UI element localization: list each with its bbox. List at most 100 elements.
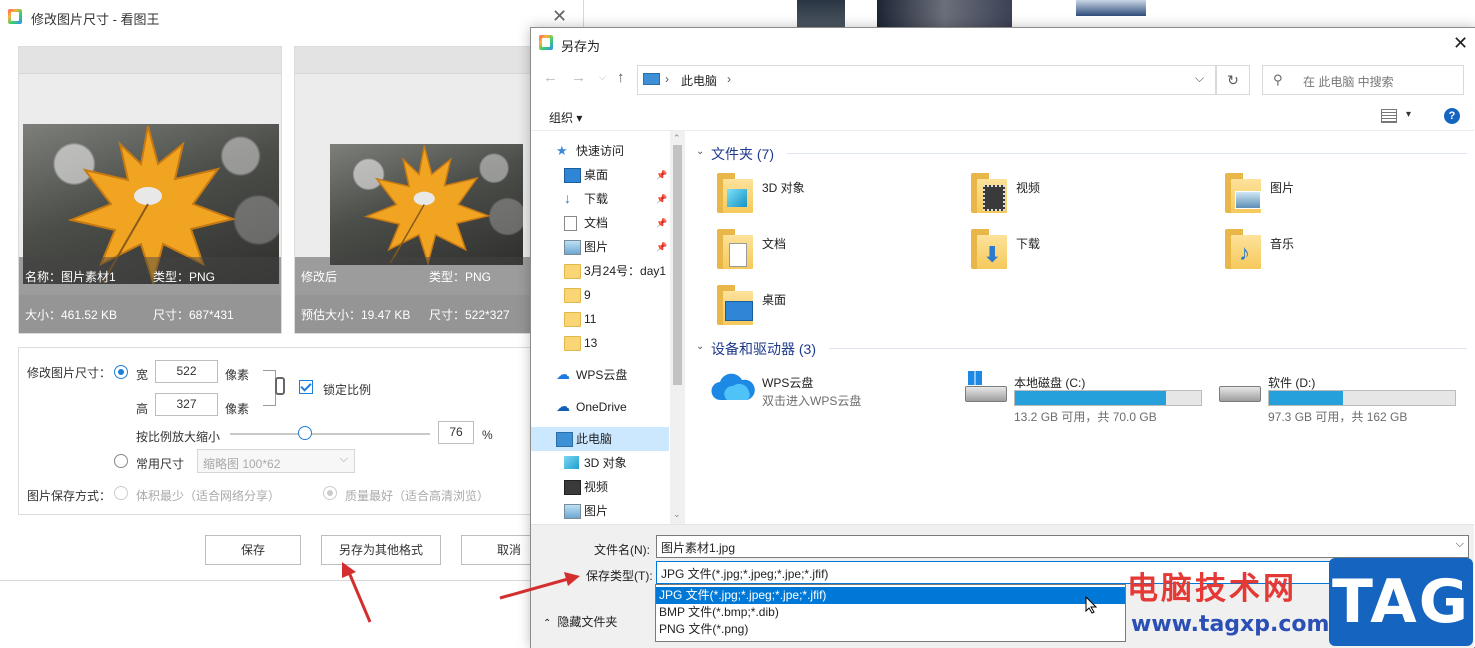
folder-item[interactable]: 文档: [717, 227, 937, 273]
nav-item[interactable]: ☁ OneDrive: [531, 395, 669, 419]
back-arrow-icon[interactable]: ←: [543, 69, 558, 86]
folder-item[interactable]: ♪ 音乐: [1225, 227, 1445, 273]
filename-dropdown-icon[interactable]: ⌵: [1456, 538, 1464, 551]
nav-item[interactable]: 13: [531, 331, 669, 355]
scroll-down-icon[interactable]: ⌄: [673, 509, 681, 520]
folder-item[interactable]: 桌面: [717, 283, 937, 329]
nav-item[interactable]: 图片: [531, 499, 669, 523]
chain-link-icon[interactable]: [275, 377, 285, 395]
folder-label: 下载: [1016, 237, 1041, 251]
view-options-icon[interactable]: [1381, 109, 1397, 123]
organize-button[interactable]: 组织 ▾: [549, 109, 582, 126]
nav-item-label: 图片: [584, 240, 609, 254]
navigation-pane[interactable]: ★ 快速访问 桌面 📌 ↓ 下载 📌 文档 📌 图片 📌 3月24号：day1 9 11 13 ☁ WPS云盘 ☁…: [531, 131, 686, 524]
folder-item[interactable]: 3D 对象: [717, 171, 937, 217]
width-input[interactable]: 522: [155, 360, 218, 383]
folder-item[interactable]: 视频: [971, 171, 1191, 217]
scale-slider-thumb[interactable]: [298, 426, 312, 440]
desktop-icon: [564, 168, 581, 183]
folder-item[interactable]: ⬇ 下载: [971, 227, 1191, 273]
collapse-chevron-icon[interactable]: ⌄: [696, 341, 704, 352]
close-icon[interactable]: ✕: [552, 7, 567, 25]
folder-label: 文档: [762, 237, 787, 251]
nav-item[interactable]: 文档 📌: [531, 211, 669, 235]
onedrive-icon: ☁: [556, 398, 570, 414]
nav-item[interactable]: 11: [531, 307, 669, 331]
nav-item[interactable]: 桌面 📌: [531, 163, 669, 187]
nav-item[interactable]: ↓ 下载 📌: [531, 187, 669, 211]
nav-scrollbar[interactable]: ⌃ ⌄: [670, 131, 685, 524]
scale-slider-track[interactable]: [230, 433, 430, 435]
height-input[interactable]: 327: [155, 393, 218, 416]
scroll-up-icon[interactable]: ⌃: [673, 133, 681, 144]
resized-label: 修改后: [301, 270, 338, 284]
device-label: 软件 (D:): [1268, 376, 1316, 390]
tag-logo: TAG: [1329, 558, 1473, 646]
common-size-select[interactable]: 缩略图 100*62 ⌵: [197, 449, 355, 473]
filetype-option[interactable]: JPG 文件(*.jpg;*.jpeg;*.jpe;*.jfif): [656, 587, 1125, 604]
collapse-chevron-icon[interactable]: ⌄: [696, 146, 704, 157]
folder-icon: [717, 285, 753, 325]
device-label: WPS云盘: [762, 376, 814, 390]
device-item[interactable]: 软件 (D:) 97.3 GB 可用，共 162 GB: [1217, 368, 1467, 424]
help-icon[interactable]: ?: [1444, 108, 1460, 124]
filetype-option[interactable]: BMP 文件(*.bmp;*.dib): [656, 604, 1125, 621]
scale-input[interactable]: 76: [438, 421, 474, 444]
save-button[interactable]: 保存: [205, 535, 301, 565]
film-badge-icon: [983, 185, 1005, 211]
nav-item-label: 13: [584, 336, 598, 350]
percent-unit: %: [482, 428, 493, 442]
common-size-label: 常用尺寸: [136, 457, 185, 471]
close-icon[interactable]: ✕: [1453, 34, 1468, 52]
nav-item[interactable]: ★ 快速访问: [531, 139, 669, 163]
image-size: 大小：461.52 KB: [25, 308, 118, 322]
folder-item[interactable]: 图片: [1225, 171, 1445, 217]
search-input[interactable]: ⚲ 在 此电脑 中搜索: [1262, 65, 1464, 95]
folders-section-title[interactable]: 文件夹 (7): [711, 144, 774, 164]
app-icon: [539, 35, 553, 50]
device-item[interactable]: 本地磁盘 (C:) 13.2 GB 可用，共 70.0 GB: [963, 368, 1213, 424]
address-bar[interactable]: › 此电脑 › ⌵: [637, 65, 1216, 95]
mode-quality-radio[interactable]: [323, 486, 337, 500]
address-dropdown-icon[interactable]: ⌵: [1195, 71, 1204, 86]
filetype-option[interactable]: PNG 文件(*.png): [656, 621, 1125, 638]
custom-size-radio[interactable]: [114, 365, 128, 379]
desktop-badge-icon: [725, 301, 753, 321]
hide-folders-toggle[interactable]: ⌃ 隐藏文件夹: [543, 613, 617, 630]
image-dimensions: 尺寸：687*431: [153, 308, 234, 322]
forward-arrow-icon[interactable]: →: [571, 69, 586, 86]
resize-settings-panel: 修改图片尺寸： 宽 522 像素 高 327 像素 锁定比例 按比例放大缩小 7…: [18, 347, 540, 515]
nav-item-label: 3D 对象: [584, 456, 627, 470]
nav-item[interactable]: ☁ WPS云盘: [531, 363, 669, 387]
mode-small-radio[interactable]: [114, 486, 128, 500]
folder-label: 图片: [1270, 181, 1295, 195]
lock-ratio-checkbox[interactable]: [299, 380, 313, 394]
common-size-radio[interactable]: [114, 454, 128, 468]
hide-folders-label: 隐藏文件夹: [557, 615, 618, 629]
device-item[interactable]: WPS云盘双击进入WPS云盘: [711, 368, 961, 418]
filename-input[interactable]: 图片素材1.jpg ⌵: [656, 535, 1469, 558]
nav-item[interactable]: 9: [531, 283, 669, 307]
folder-icon: [971, 173, 1007, 213]
nav-item[interactable]: 图片 📌: [531, 235, 669, 259]
nav-item[interactable]: 视频: [531, 475, 669, 499]
save-as-dialog: 另存为 ✕ ← → ⌵ ↑ › 此电脑 › ⌵ ↻ ⚲ 在 此电脑 中搜索 组织…: [530, 27, 1475, 648]
computer-icon: [556, 432, 573, 447]
folder-label: 桌面: [762, 293, 787, 307]
view-dropdown-icon[interactable]: ▾: [1406, 109, 1411, 120]
devices-section-title[interactable]: 设备和驱动器 (3): [711, 339, 816, 359]
device-subtext: 双击进入WPS云盘: [762, 394, 862, 408]
up-arrow-icon[interactable]: ↑: [617, 69, 625, 86]
refresh-button[interactable]: ↻: [1216, 65, 1250, 95]
breadcrumb-this-pc[interactable]: 此电脑: [681, 72, 717, 89]
height-label: 高: [136, 402, 149, 416]
folder-icon: [564, 312, 581, 327]
folder-icon: [564, 288, 581, 303]
resize-image-window: 修改图片尺寸 - 看图王 ✕ 名称：图片素材1 类型：PNG 大小：461.52…: [0, 0, 584, 581]
nav-item[interactable]: 3月24号：day1: [531, 259, 669, 283]
nav-item[interactable]: 3D 对象: [531, 451, 669, 475]
recent-dropdown-icon[interactable]: ⌵: [599, 72, 606, 83]
nav-item[interactable]: 此电脑: [531, 427, 669, 451]
nav-scroll-thumb[interactable]: [673, 145, 682, 385]
mode-quality-label: 质量最好（适合高清浏览）: [345, 489, 490, 503]
